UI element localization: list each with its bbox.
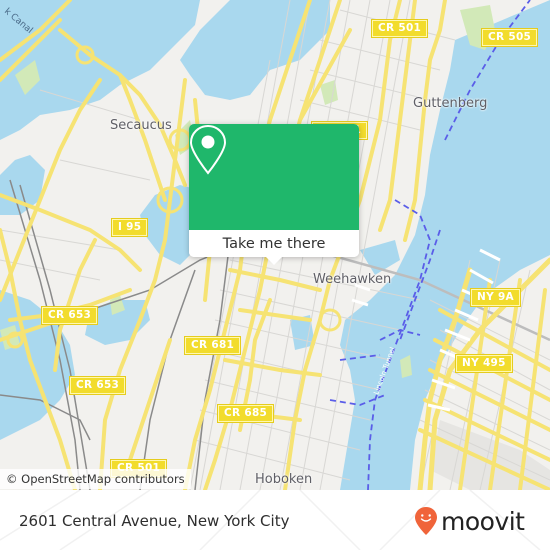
road-shield-i95: I 95 [110, 218, 149, 237]
popup-arrow [266, 257, 282, 265]
osm-attribution[interactable]: © OpenStreetMap contributors [0, 469, 191, 489]
road-shield-cr653: CR 653 [40, 306, 99, 325]
road-shield-cr505: CR 505 [480, 28, 539, 47]
road-shield-cr681: CR 681 [183, 336, 242, 355]
place-label-secaucus: Secaucus [110, 118, 172, 133]
location-popup: Take me there [189, 124, 359, 265]
moovit-wordmark: moovit [441, 506, 525, 536]
road-shield-cr653-south: CR 653 [68, 376, 127, 395]
road-shield-ny9a: NY 9A [470, 288, 521, 307]
moovit-smile-pin-icon [415, 507, 437, 535]
address-text: 2601 Central Avenue, New York City [19, 512, 290, 530]
map-pin-icon [189, 124, 227, 175]
place-label-weehawken: Weehawken [313, 272, 392, 287]
place-label-guttenberg: Guttenberg [413, 96, 488, 111]
road-shield-cr685: CR 685 [216, 404, 275, 423]
road-shield-ny495: NY 495 [455, 354, 513, 373]
map-view[interactable]: Lincoln Tunnel k Canal Secaucus Guttenbe… [0, 0, 550, 490]
place-label-hoboken: Hoboken [255, 472, 313, 487]
road-shield-cr501: CR 501 [370, 19, 429, 38]
popup-header [189, 124, 359, 230]
take-me-there-button[interactable]: Take me there [189, 230, 359, 257]
moovit-logo[interactable]: moovit [414, 506, 525, 536]
